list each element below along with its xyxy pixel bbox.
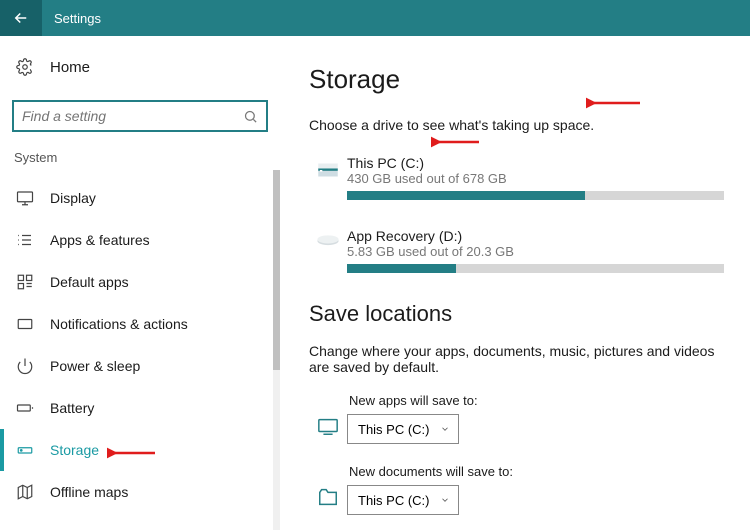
drive-icon (309, 155, 347, 200)
save-label: New documents will save to: (349, 464, 724, 479)
chevron-down-icon (440, 493, 450, 508)
save-row-documents: New documents will save to: This PC (C:) (309, 464, 724, 515)
storage-subtext: Choose a drive to see what's taking up s… (309, 117, 724, 133)
search-field[interactable] (22, 108, 243, 124)
home-label: Home (50, 59, 90, 76)
list-icon (14, 231, 36, 249)
drive-name: App Recovery (D:) (347, 228, 724, 244)
drive-bar (347, 191, 724, 200)
sidebar-item-default-apps[interactable]: Default apps (0, 261, 280, 303)
dropdown-value: This PC (C:) (358, 493, 430, 508)
home-button[interactable]: Home (0, 46, 280, 88)
back-arrow-icon (12, 9, 30, 27)
scrollbar-thumb[interactable] (273, 170, 280, 370)
dropdown-value: This PC (C:) (358, 422, 430, 437)
notification-icon (14, 315, 36, 333)
sidebar-item-display[interactable]: Display (0, 177, 280, 219)
sidebar-scrollbar[interactable] (273, 170, 280, 530)
sidebar-item-label: Default apps (50, 274, 129, 290)
sidebar-item-label: Storage (50, 442, 99, 458)
save-locations-desc: Change where your apps, documents, music… (309, 343, 724, 375)
back-button[interactable] (0, 0, 42, 36)
display-icon (14, 189, 36, 207)
gear-icon (14, 58, 36, 76)
sidebar-item-offline-maps[interactable]: Offline maps (0, 471, 280, 513)
drive-row-c[interactable]: This PC (C:) 430 GB used out of 678 GB (309, 155, 724, 200)
drive-icon (309, 228, 347, 273)
sidebar-item-label: Apps & features (50, 232, 150, 248)
sidebar-item-storage[interactable]: Storage (0, 429, 280, 471)
drive-used-text: 430 GB used out of 678 GB (347, 171, 724, 186)
sidebar-item-power-sleep[interactable]: Power & sleep (0, 345, 280, 387)
apps-location-dropdown[interactable]: This PC (C:) (347, 414, 459, 444)
documents-location-dropdown[interactable]: This PC (C:) (347, 485, 459, 515)
sidebar-item-label: Battery (50, 400, 94, 416)
save-locations-heading: Save locations (309, 301, 724, 327)
page-title: Storage (309, 64, 724, 95)
map-icon (14, 483, 36, 501)
apps-icon (309, 393, 347, 444)
search-input[interactable] (12, 100, 268, 132)
save-label: New apps will save to: (349, 393, 724, 408)
storage-icon (14, 441, 36, 459)
drive-name: This PC (C:) (347, 155, 724, 171)
drive-used-text: 5.83 GB used out of 20.3 GB (347, 244, 724, 259)
documents-icon (309, 464, 347, 515)
drive-row-d[interactable]: App Recovery (D:) 5.83 GB used out of 20… (309, 228, 724, 273)
sidebar-item-notifications[interactable]: Notifications & actions (0, 303, 280, 345)
sidebar-item-apps-features[interactable]: Apps & features (0, 219, 280, 261)
main-content: Storage Choose a drive to see what's tak… (283, 36, 750, 526)
sidebar-item-battery[interactable]: Battery (0, 387, 280, 429)
titlebar: Settings (0, 0, 750, 36)
sidebar: Home System Display Apps & features Defa… (0, 36, 283, 526)
sidebar-item-label: Offline maps (50, 484, 128, 500)
save-row-apps: New apps will save to: This PC (C:) (309, 393, 724, 444)
power-icon (14, 357, 36, 375)
drive-bar (347, 264, 724, 273)
sidebar-item-label: Power & sleep (50, 358, 140, 374)
sidebar-item-label: Display (50, 190, 96, 206)
sidebar-item-label: Notifications & actions (50, 316, 188, 332)
section-label: System (0, 150, 280, 165)
grid-icon (14, 273, 36, 291)
chevron-down-icon (440, 422, 450, 437)
titlebar-title: Settings (54, 11, 101, 26)
search-icon (243, 109, 258, 124)
battery-icon (14, 399, 36, 417)
